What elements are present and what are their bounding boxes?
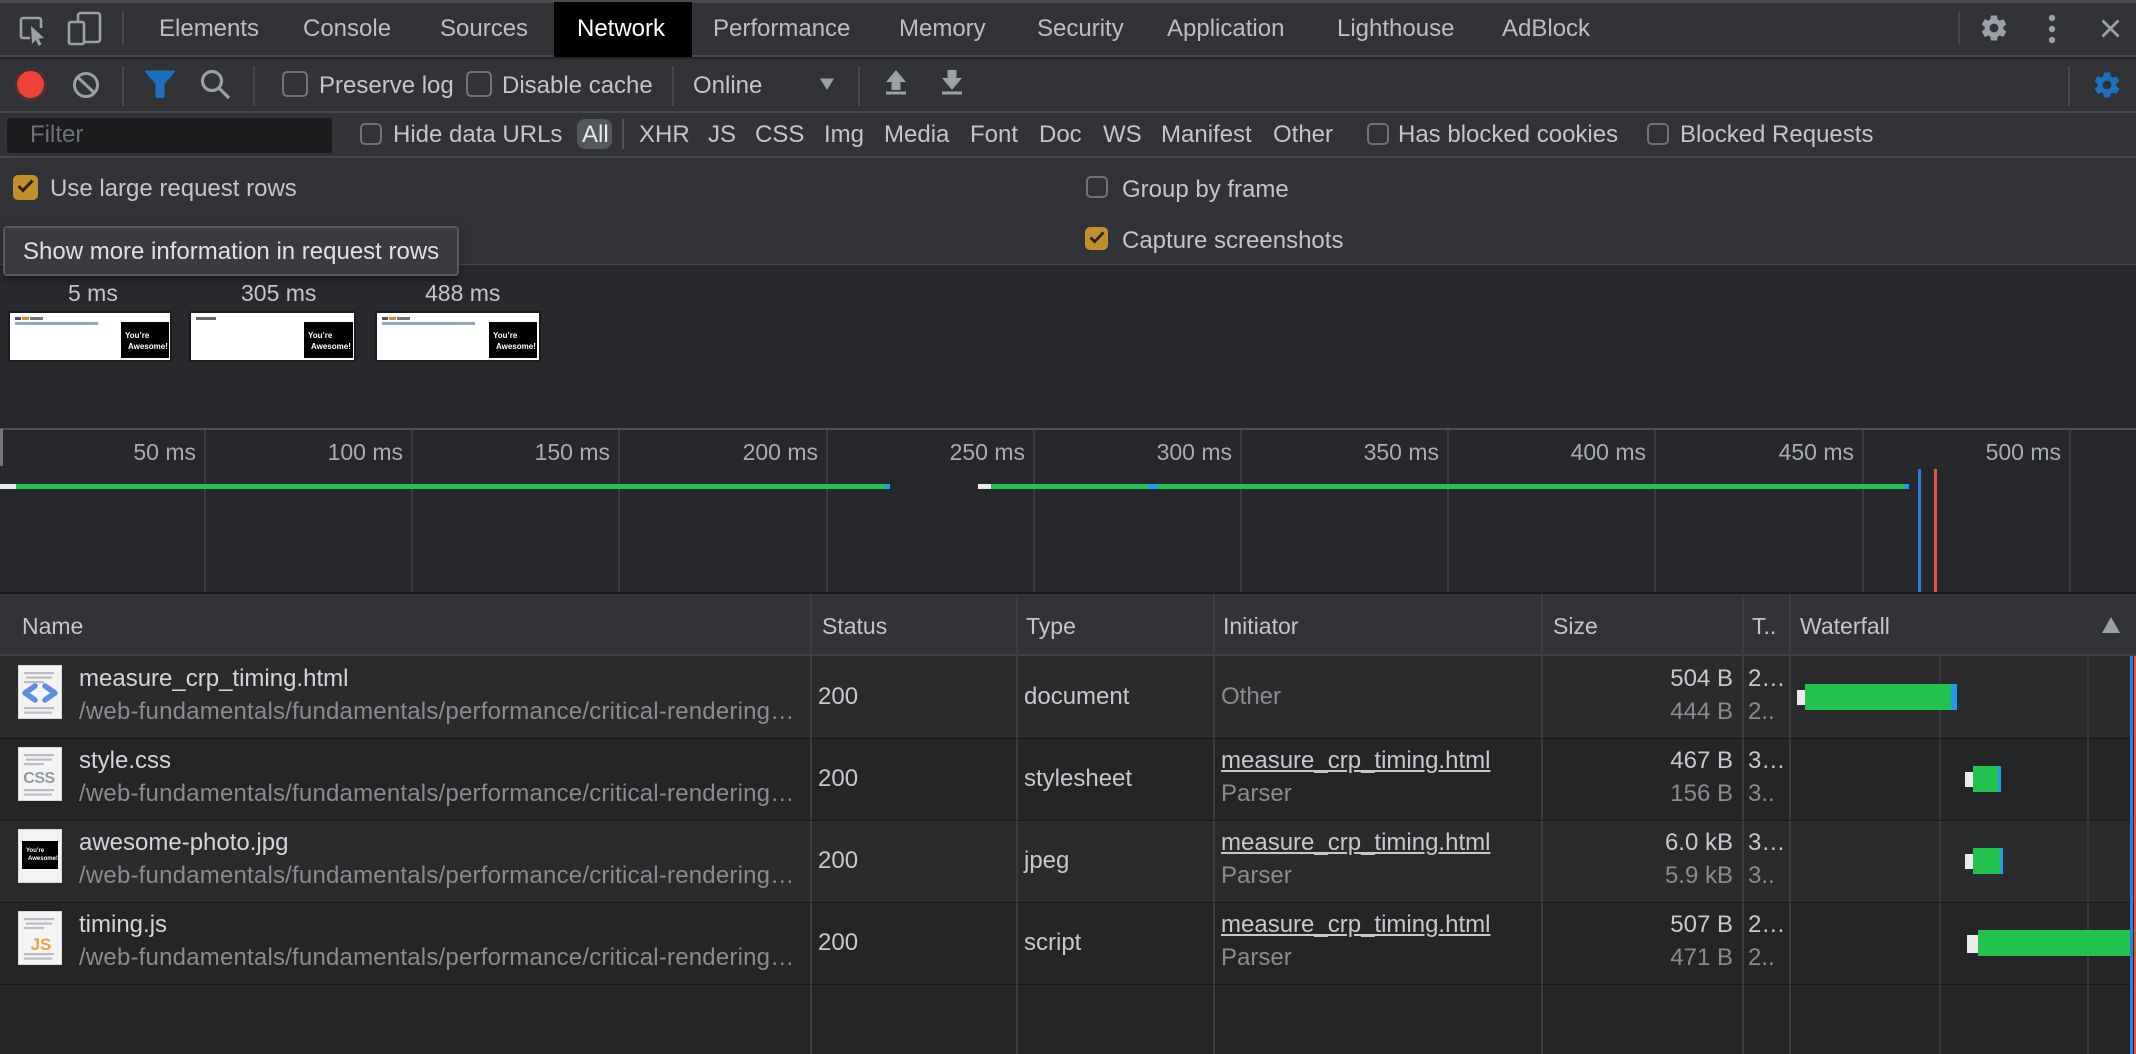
svg-text:CSS: CSS [23, 770, 55, 787]
svg-text:Awesome!: Awesome! [28, 856, 58, 862]
svg-text:You’re: You’re [26, 848, 45, 854]
svg-text:JS: JS [31, 935, 52, 954]
